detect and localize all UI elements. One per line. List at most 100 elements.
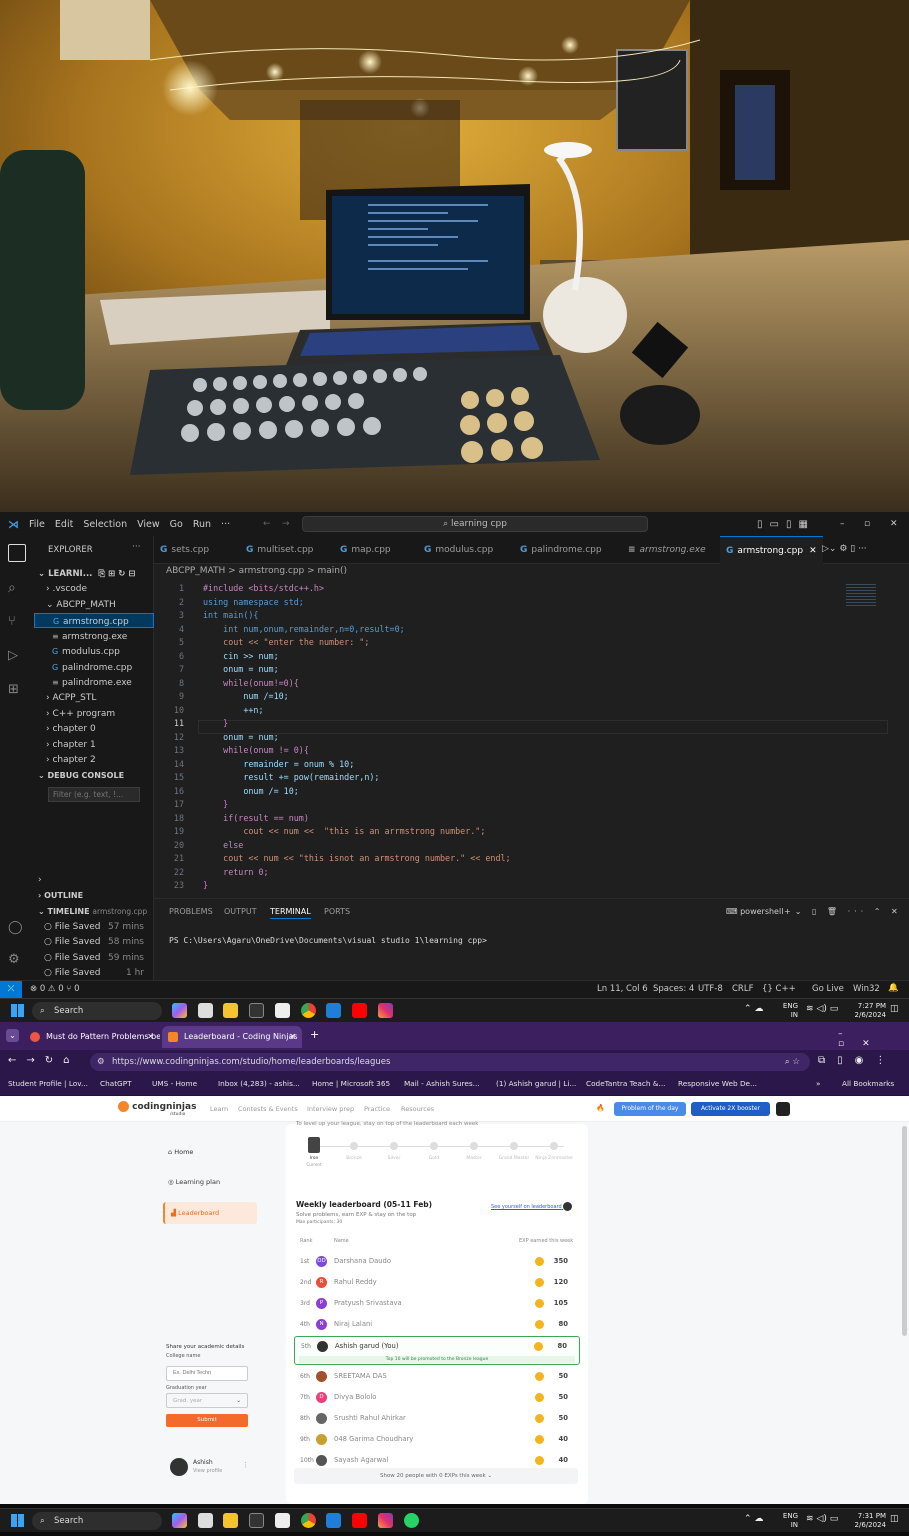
nav-learn[interactable]: Learn [210,1105,228,1113]
nav-practice[interactable]: Practice [364,1105,390,1113]
layout-toggle-icons[interactable]: ▯▭▯▦ [757,519,815,530]
whatsapp-icon[interactable] [404,1513,419,1528]
window-controls[interactable]: –▫✕ [838,1029,909,1049]
file-explorer-icon[interactable] [223,1003,238,1018]
back-arrow-icon[interactable]: ← [263,519,271,529]
timeline-item[interactable]: ○ File Saved 1 hr [34,966,154,981]
network-volume-battery-icons[interactable]: ≋ ◁) ▭ [806,1004,838,1014]
status-position[interactable]: Ln 11, Col 6 [597,984,648,994]
view-profile-link[interactable]: View profile [193,1468,222,1474]
vscode-taskbar-icon[interactable] [326,1513,341,1528]
windows-start-icon[interactable] [11,1514,24,1527]
menu-more[interactable]: ··· [221,519,230,530]
notepad-icon[interactable] [275,1513,290,1528]
table-row[interactable]: 7th D Divya Bololo 50 [294,1388,580,1407]
panel-tab-problems[interactable]: PROBLEMS [169,907,213,916]
tree-item-armstrong-exe[interactable]: ≡ armstrong.exe [34,629,154,644]
notification-icon[interactable]: ◫ [890,1514,899,1524]
debug-console-header[interactable]: ⌄ DEBUG CONSOLE [34,768,154,783]
zoom-star-icons[interactable]: ⌕ ☆ [785,1053,800,1071]
settings-gear-icon[interactable]: ⚙ [8,952,26,970]
tree-root[interactable]: ⌄ LEARNI... ⎘ ⊞ ↻ ⊟ [34,567,154,582]
command-center-search[interactable]: ⌕ learning cpp [302,516,648,532]
close-icon[interactable]: ✕ [890,519,898,529]
bookmark-item[interactable]: Mail - Ashish Sures... [404,1079,480,1088]
notepad-icon[interactable] [275,1003,290,1018]
account-icon[interactable]: ◯ [8,920,26,938]
youtube-icon[interactable] [352,1513,367,1528]
timeline-item[interactable]: ○ File Saved 57 mins [34,920,154,935]
toolbar-right-icons[interactable]: ⧉▯◉⋮ [818,1055,897,1066]
nav-resources[interactable]: Resources [401,1105,434,1113]
restore-icon[interactable]: ▫ [864,519,870,529]
notifications-bell-icon[interactable]: 🔔 [888,983,899,993]
nav-buttons[interactable]: ←→↻⌂ [8,1055,79,1066]
input-language[interactable]: ENG IN [780,1512,798,1530]
terminal-actions[interactable]: +⌄ ▯ 🗑 ··· ⌃ ✕ [784,907,902,916]
instagram-icon[interactable] [378,1003,393,1018]
user-card[interactable]: Ashish View profile ⋮ [170,1458,250,1478]
bookmark-item[interactable]: (1) Ashish garud | Li... [496,1079,576,1088]
table-row[interactable]: 8th Srushti Rahul Ahirkar 50 [294,1409,580,1428]
sidebar-learning-plan[interactable]: ◎ Learning plan [168,1178,220,1186]
menu-run[interactable]: Run [193,519,211,530]
tab-multiset-cpp[interactable]: Gmultiset.cpp [246,536,313,564]
tab-search-icon[interactable]: ⌄ [6,1029,19,1042]
bookmark-item[interactable]: CodeTantra Teach &... [586,1079,665,1088]
bookmark-item[interactable]: ChatGPT [100,1079,132,1088]
close-tab-icon[interactable]: ✕ [289,1026,296,1048]
terminal-shell-selector[interactable]: ⌨ powershell [726,907,783,916]
panel-tab-output[interactable]: OUTPUT [224,907,257,916]
taskbar-search[interactable]: ⌕ Search [32,1002,162,1020]
menu-file[interactable]: File [29,519,45,530]
tab-modulus-cpp[interactable]: Gmodulus.cpp [424,536,493,564]
debug-filter-input[interactable] [48,787,140,802]
file-explorer-icon[interactable] [223,1513,238,1528]
extensions-icon[interactable]: ⊞ [8,682,26,700]
collapsed-section[interactable]: › [34,873,154,888]
problems-status[interactable]: ⊗ 0 ⚠ 0 ⑂ 0 [30,984,80,994]
page-scrollbar[interactable] [902,1126,907,1336]
problem-of-day-button[interactable]: Problem of the day [614,1102,686,1116]
windows-start-icon[interactable] [11,1004,24,1017]
notification-icon[interactable]: ◫ [890,1004,899,1014]
vscode-taskbar-icon[interactable] [326,1003,341,1018]
new-file-icon[interactable]: ⎘ ⊞ ↻ ⊟ [98,569,135,579]
copilot-icon[interactable] [172,1003,187,1018]
tree-item-abcpp-math[interactable]: ⌄ ABCPP_MATH [34,598,154,613]
code-editor[interactable]: 1 2 3 4 5 6 7 8 9 10 11 12 13 14 15 16 17 18 19 20 21 22 23 #i… [154,578,909,898]
nav-contests[interactable]: Contests & Events [238,1105,298,1113]
tree-item-acpp-stl[interactable]: › ACPP_STL [34,691,154,706]
tree-item-chapter-2[interactable]: › chapter 2 [34,753,154,768]
tab-armstrong-exe[interactable]: ≡ armstrong.exe [628,536,706,564]
status-golive[interactable]: Go Live [812,984,844,994]
table-row[interactable]: 3rd P Pratyush Srivastava 105 [294,1294,580,1313]
status-eol[interactable]: CRLF [732,984,753,994]
sidebar-leaderboard[interactable]: ▟ Leaderboard [163,1202,257,1224]
tab-armstrong-cpp[interactable]: Garmstrong.cpp ✕ [720,536,823,564]
source-control-icon[interactable]: ⑂ [8,614,26,632]
tab-sets-cpp[interactable]: Gsets.cpp [160,536,209,564]
menu-edit[interactable]: Edit [55,519,73,530]
tree-item-modulus-cpp[interactable]: Gmodulus.cpp [34,644,154,659]
menu-selection[interactable]: Selection [83,519,127,530]
table-row[interactable]: 9th 048 Garima Choudhary 40 [294,1430,580,1449]
tree-item-palindrome-exe[interactable]: ≡ palindrome.exe [34,675,154,690]
tree-item-cpp-program[interactable]: › C++ program [34,707,154,722]
instagram-icon[interactable] [378,1513,393,1528]
more-actions-icon[interactable]: ··· [132,542,141,552]
close-tab-icon[interactable]: ✕ [809,546,817,556]
menu-view[interactable]: View [137,519,160,530]
breadcrumb[interactable]: ABCPP_MATH > armstrong.cpp > main() [166,564,347,578]
terminal-app-icon[interactable] [249,1513,264,1528]
browser-tab-leaderboard[interactable]: Leaderboard - Coding Ninjas ✕ [162,1026,302,1048]
table-row[interactable]: 1st DD Darshana Daudo 350 [294,1252,580,1271]
bookmark-item[interactable]: Student Profile | Lov... [8,1079,88,1088]
system-tray-icons[interactable]: ⌃ ☁ [744,1004,763,1014]
coding-ninjas-logo[interactable]: codingninjas [118,1101,196,1112]
network-volume-battery-icons[interactable]: ≋ ◁) ▭ [806,1514,838,1524]
college-input[interactable] [166,1365,248,1381]
status-spaces[interactable]: Spaces: 4 [653,984,694,994]
submit-button[interactable]: Submit [166,1413,248,1427]
timeline-item[interactable]: ○ File Saved 58 mins [34,935,154,950]
